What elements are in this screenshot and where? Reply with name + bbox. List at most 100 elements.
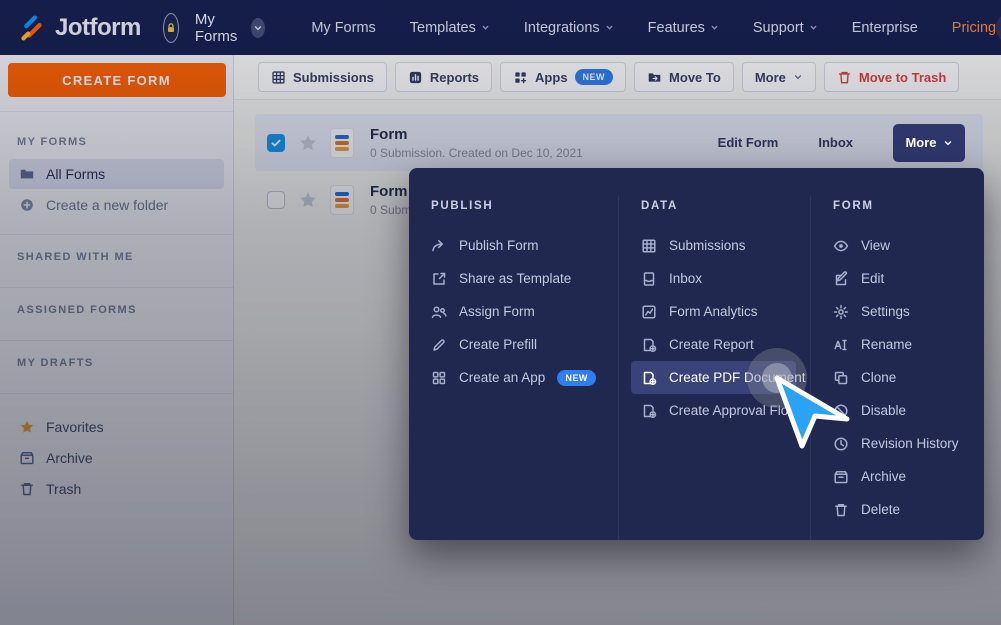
move-to-button[interactable]: Move To xyxy=(634,62,734,92)
archive-icon xyxy=(833,469,849,485)
menu-column-form: FORM View Edit Settings Rename Clone Dis… xyxy=(810,196,984,540)
report-plus-icon xyxy=(641,337,657,353)
shared-with-me-header[interactable]: SHARED WITH ME xyxy=(0,235,233,273)
chevron-down-icon xyxy=(943,138,953,148)
jotform-logo-icon xyxy=(16,13,46,43)
menu-item-create-prefill[interactable]: Create Prefill xyxy=(431,328,618,361)
menu-item-create-an-app[interactable]: Create an AppNEW xyxy=(431,361,618,394)
grid-icon xyxy=(271,70,286,85)
nav-templates[interactable]: Templates xyxy=(410,20,490,36)
sidebar: CREATE FORM MY FORMS All Forms Create a … xyxy=(0,55,234,625)
chevron-down-icon xyxy=(481,23,490,32)
notifications-button[interactable] xyxy=(996,11,1001,45)
menu-item-disable[interactable]: Disable xyxy=(833,394,984,427)
sidebar-item-favorites[interactable]: Favorites xyxy=(9,412,224,442)
chevron-down-icon xyxy=(809,23,818,32)
menu-item-rename[interactable]: Rename xyxy=(833,328,984,361)
row-checkbox-checked[interactable] xyxy=(267,134,285,152)
menu-item-create-report[interactable]: Create Report xyxy=(641,328,810,361)
create-form-button[interactable]: CREATE FORM xyxy=(8,63,226,97)
star-icon[interactable] xyxy=(298,190,318,210)
menu-item-settings[interactable]: Settings xyxy=(833,295,984,328)
eye-icon xyxy=(833,238,849,254)
more-toolbar-button[interactable]: More xyxy=(742,62,816,92)
sidebar-item-trash[interactable]: Trash xyxy=(9,474,224,504)
edit-icon xyxy=(833,271,849,287)
form-title[interactable]: Form xyxy=(370,126,583,143)
menu-column-data: DATA Submissions Inbox Form Analytics Cr… xyxy=(618,196,810,540)
my-forms-section-header: MY FORMS xyxy=(0,120,233,158)
menu-item-clone[interactable]: Clone xyxy=(833,361,984,394)
nav-features[interactable]: Features xyxy=(648,20,719,36)
chevron-down-icon xyxy=(605,23,614,32)
jotform-logo[interactable]: Jotform xyxy=(16,13,141,43)
workspace-switcher[interactable]: My Forms xyxy=(195,11,266,45)
new-badge: NEW xyxy=(557,370,596,386)
form-meta: 0 Submission. Created on Dec 10, 2021 xyxy=(370,146,583,160)
menu-item-inbox[interactable]: Inbox xyxy=(641,262,810,295)
top-navbar: Jotform My Forms My Forms Templates Inte… xyxy=(0,0,1001,55)
edit-form-action[interactable]: Edit Form xyxy=(718,135,779,150)
apps-button[interactable]: Apps NEW xyxy=(500,62,626,92)
menu-item-delete[interactable]: Delete xyxy=(833,493,984,526)
clone-icon xyxy=(833,370,849,386)
menu-item-share-as-template[interactable]: Share as Template xyxy=(431,262,618,295)
reports-button[interactable]: Reports xyxy=(395,62,492,92)
move-to-trash-button[interactable]: Move to Trash xyxy=(824,62,959,92)
form-type-icon xyxy=(330,128,354,158)
new-badge: NEW xyxy=(575,69,614,85)
menu-item-edit[interactable]: Edit xyxy=(833,262,984,295)
more-dropdown-menu: PUBLISH Publish Form Share as Template A… xyxy=(409,168,984,540)
assigned-forms-header[interactable]: ASSIGNED FORMS xyxy=(0,288,233,326)
data-column-header: DATA xyxy=(641,200,810,212)
trash-icon xyxy=(19,481,35,497)
nav-my-forms[interactable]: My Forms xyxy=(311,20,375,36)
nav-pricing[interactable]: Pricing xyxy=(952,20,996,36)
form-row-1[interactable]: Form 0 Submission. Created on Dec 10, 20… xyxy=(255,114,983,171)
pdf-plus-icon xyxy=(641,370,657,386)
form-column-header: FORM xyxy=(833,200,984,212)
sidebar-item-all-forms[interactable]: All Forms xyxy=(9,159,224,189)
menu-item-form-analytics[interactable]: Form Analytics xyxy=(641,295,810,328)
chevron-down-icon xyxy=(793,72,803,82)
sidebar-item-archive[interactable]: Archive xyxy=(9,443,224,473)
apps-icon xyxy=(513,70,528,85)
nav-enterprise[interactable]: Enterprise xyxy=(852,20,918,36)
menu-item-create-approval-flow[interactable]: Create Approval Flow xyxy=(641,394,810,427)
row-more-button[interactable]: More xyxy=(893,124,965,162)
users-icon xyxy=(431,304,447,320)
workspace-label: My Forms xyxy=(195,11,243,45)
chevron-down-icon[interactable] xyxy=(251,18,265,38)
trash-icon xyxy=(833,502,849,518)
analytics-icon xyxy=(641,304,657,320)
menu-item-view[interactable]: View xyxy=(833,229,984,262)
inbox-action[interactable]: Inbox xyxy=(818,135,853,150)
brand-name: Jotform xyxy=(55,14,141,42)
trash-icon xyxy=(837,70,852,85)
nav-integrations[interactable]: Integrations xyxy=(524,20,614,36)
app-grid-icon xyxy=(431,370,447,386)
divider xyxy=(0,111,233,112)
sidebar-item-create-folder[interactable]: Create a new folder xyxy=(9,190,224,220)
menu-item-archive[interactable]: Archive xyxy=(833,460,984,493)
share-template-icon xyxy=(431,271,447,287)
approval-plus-icon xyxy=(641,403,657,419)
menu-item-assign-form[interactable]: Assign Form xyxy=(431,295,618,328)
archive-icon xyxy=(19,450,35,466)
bar-chart-icon xyxy=(408,70,423,85)
star-icon xyxy=(19,419,35,435)
star-icon[interactable] xyxy=(298,133,318,153)
menu-item-submissions[interactable]: Submissions xyxy=(641,229,810,262)
folder-icon xyxy=(19,166,35,182)
menu-item-publish-form[interactable]: Publish Form xyxy=(431,229,618,262)
row-checkbox-unchecked[interactable] xyxy=(267,191,285,209)
nav-support[interactable]: Support xyxy=(753,20,818,36)
divider xyxy=(0,393,233,394)
my-drafts-header[interactable]: MY DRAFTS xyxy=(0,341,233,379)
menu-item-revision-history[interactable]: Revision History xyxy=(833,427,984,460)
submissions-button[interactable]: Submissions xyxy=(258,62,387,92)
menu-item-create-pdf-document[interactable]: Create PDF Document xyxy=(631,361,796,394)
publish-icon xyxy=(431,238,447,254)
inbox-icon xyxy=(641,271,657,287)
chevron-down-icon xyxy=(710,23,719,32)
